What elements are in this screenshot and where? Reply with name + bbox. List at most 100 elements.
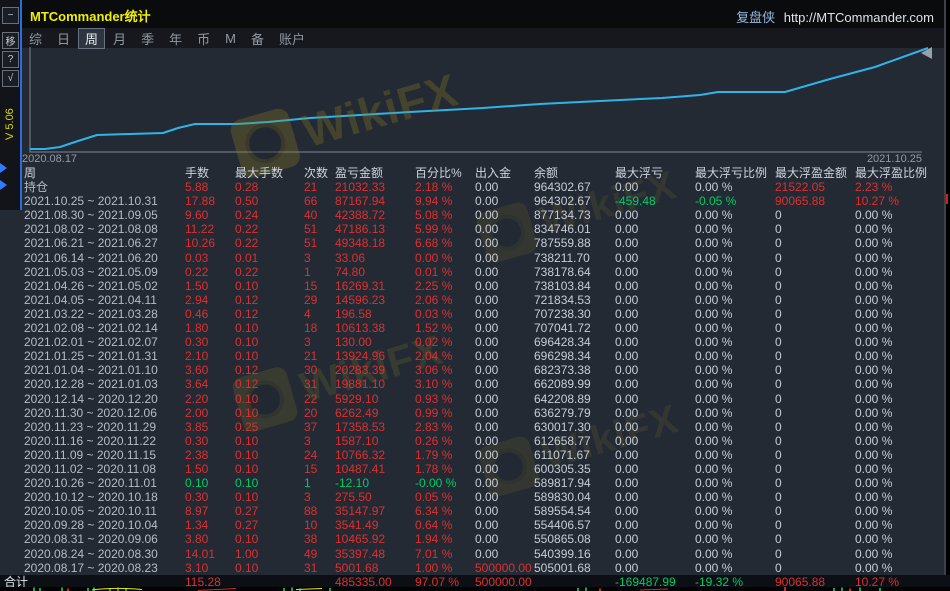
scroll-arrow-icon [0, 163, 7, 173]
table-row: 2021.01.25 ~ 2021.01.312.100.102113924.9… [0, 349, 950, 363]
move-button[interactable]: 移 [2, 32, 19, 49]
value-cell: 0.00 [615, 349, 695, 363]
value-cell: 1.50 [185, 279, 235, 293]
value-cell: 0 [775, 476, 855, 490]
brand-url-link[interactable]: http://MTCommander.com [784, 10, 934, 25]
value-cell: 0.03 [185, 251, 235, 265]
value-cell: 18 [304, 321, 335, 335]
table-row: 持仓5.880.282121032.332.18 %0.00964302.670… [0, 180, 950, 194]
value-cell: 87167.94 [335, 194, 415, 208]
value-cell: 0.00 [475, 406, 534, 420]
period-cell: 2021.02.01 ~ 2021.02.07 [24, 335, 185, 349]
value-cell: 8.97 [185, 504, 235, 518]
value-cell: 0.00 % [695, 363, 775, 377]
menu-item-6[interactable]: 年 [162, 28, 189, 49]
period-cell: 2020.11.09 ~ 2020.11.15 [24, 448, 185, 462]
value-cell: 0.12 [235, 377, 304, 391]
value-cell: 0.00 % [855, 377, 950, 391]
menu-item-9[interactable]: 备 [244, 28, 271, 49]
version-label: V 5.06 [4, 108, 16, 140]
value-cell: 0.22 [185, 265, 235, 279]
value-cell: 0.01 % [415, 265, 475, 279]
help-button[interactable]: ? [2, 51, 19, 68]
table-row: 2020.11.23 ~ 2020.11.293.850.253717358.5… [0, 420, 950, 434]
value-cell: 3541.49 [335, 518, 415, 532]
value-cell: 0.00 % [695, 490, 775, 504]
value-cell: 0.00 [475, 279, 534, 293]
value-cell: 0.00 % [695, 222, 775, 236]
menu-item-7[interactable]: 币 [190, 28, 217, 49]
value-cell: 0.00 % [695, 377, 775, 391]
value-cell: 0.00 % [695, 265, 775, 279]
value-cell: 0.00 [475, 222, 534, 236]
value-cell: 10487.41 [335, 462, 415, 476]
value-cell: 964302.67 [534, 180, 615, 194]
value-cell: 0.00 % [695, 420, 775, 434]
value-cell: 0.00 % [695, 307, 775, 321]
menu-item-10[interactable]: 账户 [272, 28, 312, 49]
value-cell: 0.30 [185, 335, 235, 349]
value-cell: 0.30 [185, 434, 235, 448]
period-cell: 2021.04.26 ~ 2021.05.02 [24, 279, 185, 293]
value-cell: 0.00 % [855, 547, 950, 561]
period-cell: 2020.08.31 ~ 2020.09.06 [24, 532, 185, 546]
left-toolbar: − 移? √ [0, 0, 20, 210]
period-cell: 2020.09.28 ~ 2020.10.04 [24, 518, 185, 532]
value-cell: 10 [304, 518, 335, 532]
period-cell: 2020.11.23 ~ 2020.11.29 [24, 420, 185, 434]
value-cell: 738178.64 [534, 265, 615, 279]
value-cell: 0.00 [615, 265, 695, 279]
menu-item-5[interactable]: 季 [134, 28, 161, 49]
value-cell: 0.50 [235, 194, 304, 208]
menu-item-8[interactable]: M [218, 30, 243, 47]
column-header: 次数 [304, 166, 335, 180]
period-cell: 2021.03.22 ~ 2021.03.28 [24, 307, 185, 321]
value-cell: 6262.49 [335, 406, 415, 420]
period-cell: 2021.10.25 ~ 2021.10.31 [24, 194, 185, 208]
table-row: 2020.10.05 ~ 2020.10.118.970.278835147.9… [0, 504, 950, 518]
value-cell: 3 [304, 251, 335, 265]
value-cell: 0.12 [235, 363, 304, 377]
value-cell: 0.00 % [855, 561, 950, 575]
column-header: 余额 [534, 166, 615, 180]
value-cell: 0.00 [475, 476, 534, 490]
value-cell: 0 [775, 518, 855, 532]
confirm-button[interactable]: √ [2, 70, 19, 87]
menu-item-2[interactable]: 日 [50, 28, 77, 49]
value-cell: 0.00 [615, 236, 695, 250]
value-cell: 636279.79 [534, 406, 615, 420]
value-cell: 0.00 [475, 194, 534, 208]
menu-item-1[interactable]: 综 [22, 28, 49, 49]
value-cell: 0.00 [475, 321, 534, 335]
value-cell: 0.10 [235, 462, 304, 476]
value-cell: 40 [304, 208, 335, 222]
brand-name: 复盘侠 [736, 10, 775, 25]
value-cell: 0.00 % [855, 406, 950, 420]
value-cell: 38 [304, 532, 335, 546]
table-row: 2020.10.26 ~ 2020.11.010.100.101-12.10-0… [0, 476, 950, 490]
scrollbar-tick [946, 194, 948, 204]
value-cell: 0.00 % [695, 349, 775, 363]
value-cell: 0.00 % [695, 251, 775, 265]
value-cell: 0.10 [185, 476, 235, 490]
value-cell: -459.48 [615, 194, 695, 208]
table-row: 2021.03.22 ~ 2021.03.280.460.124196.580.… [0, 307, 950, 321]
table-header: 周手数最大手数次数盈亏金额百分比%出入金余额最大浮亏最大浮亏比例最大浮盈金额最大… [0, 166, 950, 180]
menu-item-3[interactable]: 周 [78, 28, 105, 49]
value-cell: 21032.33 [335, 180, 415, 194]
period-cell: 2020.10.12 ~ 2020.10.18 [24, 490, 185, 504]
value-cell: 0 [775, 448, 855, 462]
period-cell: 2021.02.08 ~ 2021.02.14 [24, 321, 185, 335]
value-cell: 0.28 [235, 180, 304, 194]
column-header: 最大浮盈金额 [775, 166, 855, 180]
value-cell: 10613.38 [335, 321, 415, 335]
value-cell: 0.00 % [695, 532, 775, 546]
value-cell: 738103.84 [534, 279, 615, 293]
minimize-button[interactable]: − [2, 7, 19, 24]
value-cell: 1.80 [185, 321, 235, 335]
value-cell: 0.93 % [415, 392, 475, 406]
value-cell: 0 [775, 532, 855, 546]
value-cell: 682373.38 [534, 363, 615, 377]
menu-item-4[interactable]: 月 [106, 28, 133, 49]
value-cell: 0.00 [615, 504, 695, 518]
